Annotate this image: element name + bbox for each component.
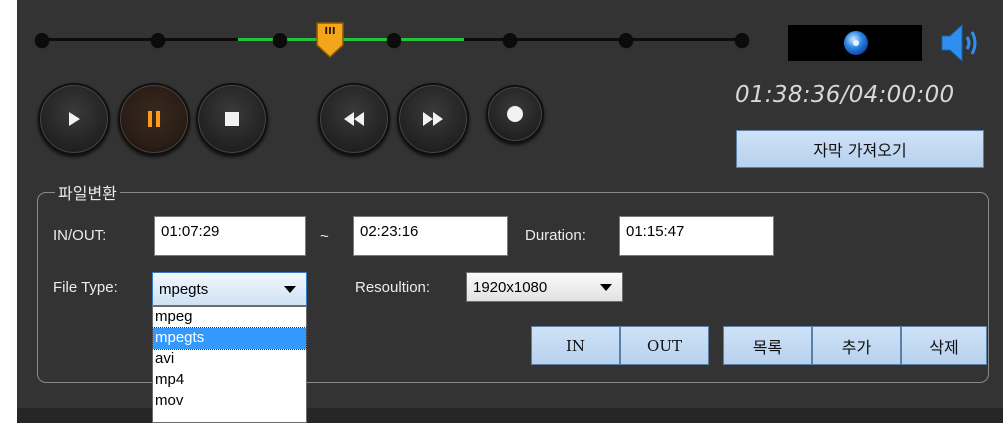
- stop-icon: [225, 112, 239, 126]
- filetype-label: File Type:: [53, 279, 118, 296]
- timeline-marker: [619, 33, 633, 47]
- inout-label: IN/OUT:: [53, 227, 107, 244]
- dropdown-option[interactable]: mov: [153, 391, 306, 412]
- timeline-marker: [503, 33, 517, 47]
- timeline-marker: [387, 33, 401, 47]
- timeline-marker: [151, 33, 165, 47]
- speaker-icon: [941, 23, 977, 63]
- volume-button[interactable]: [940, 21, 980, 69]
- media-display: [788, 25, 922, 61]
- dropdown-option[interactable]: mpeg: [153, 307, 306, 328]
- playback-time: 01:38:36/04:00:00: [735, 82, 955, 108]
- play-icon: [69, 112, 80, 126]
- resolution-label: Resoultion:: [355, 279, 431, 296]
- timeline-marker: [735, 33, 749, 47]
- record-button[interactable]: [486, 85, 544, 143]
- duration-label: Duration:: [525, 227, 586, 244]
- chevron-down-icon: [600, 284, 612, 291]
- rewind-button[interactable]: [318, 83, 390, 155]
- list-button[interactable]: 목록: [723, 326, 812, 365]
- timeline-thumb[interactable]: III: [315, 21, 345, 59]
- out-time-field[interactable]: 02:23:16: [353, 216, 508, 256]
- chevron-down-icon: [284, 286, 296, 293]
- dropdown-option[interactable]: avi: [153, 349, 306, 370]
- disc-icon: [844, 31, 868, 55]
- resolution-select[interactable]: 1920x1080: [466, 272, 623, 302]
- thumb-grip-label: III: [324, 26, 336, 37]
- resolution-selected-value: 1920x1080: [473, 278, 548, 296]
- in-button[interactable]: IN: [531, 326, 620, 365]
- rewind-icon: [344, 112, 364, 126]
- timeline-marker: [273, 33, 287, 47]
- range-separator: ~: [320, 228, 329, 245]
- record-icon: [507, 106, 523, 122]
- pause-icon: [148, 111, 160, 127]
- play-button[interactable]: [38, 83, 110, 155]
- import-subtitle-button[interactable]: 자막 가져오기: [736, 130, 984, 168]
- add-button[interactable]: 추가: [812, 326, 901, 365]
- stop-button[interactable]: [196, 83, 268, 155]
- dropdown-option[interactable]: mp4: [153, 370, 306, 391]
- fast-forward-icon: [423, 112, 443, 126]
- pause-button[interactable]: [118, 83, 190, 155]
- timeline-selection: [238, 38, 464, 41]
- filetype-selected-value: mpegts: [159, 280, 209, 298]
- duration-field[interactable]: 01:15:47: [619, 216, 774, 256]
- in-time-field[interactable]: 01:07:29: [154, 216, 306, 256]
- dropdown-option-selected[interactable]: mpegts: [152, 327, 307, 350]
- filetype-select[interactable]: mpegts: [152, 272, 307, 306]
- delete-button[interactable]: 삭제: [901, 326, 987, 365]
- filetype-dropdown-list[interactable]: mpeg mpegts avi mp4 mov: [152, 306, 307, 423]
- out-button[interactable]: OUT: [620, 326, 709, 365]
- fast-forward-button[interactable]: [397, 83, 469, 155]
- timeline-marker: [35, 33, 49, 47]
- group-title: 파일변환: [55, 180, 120, 204]
